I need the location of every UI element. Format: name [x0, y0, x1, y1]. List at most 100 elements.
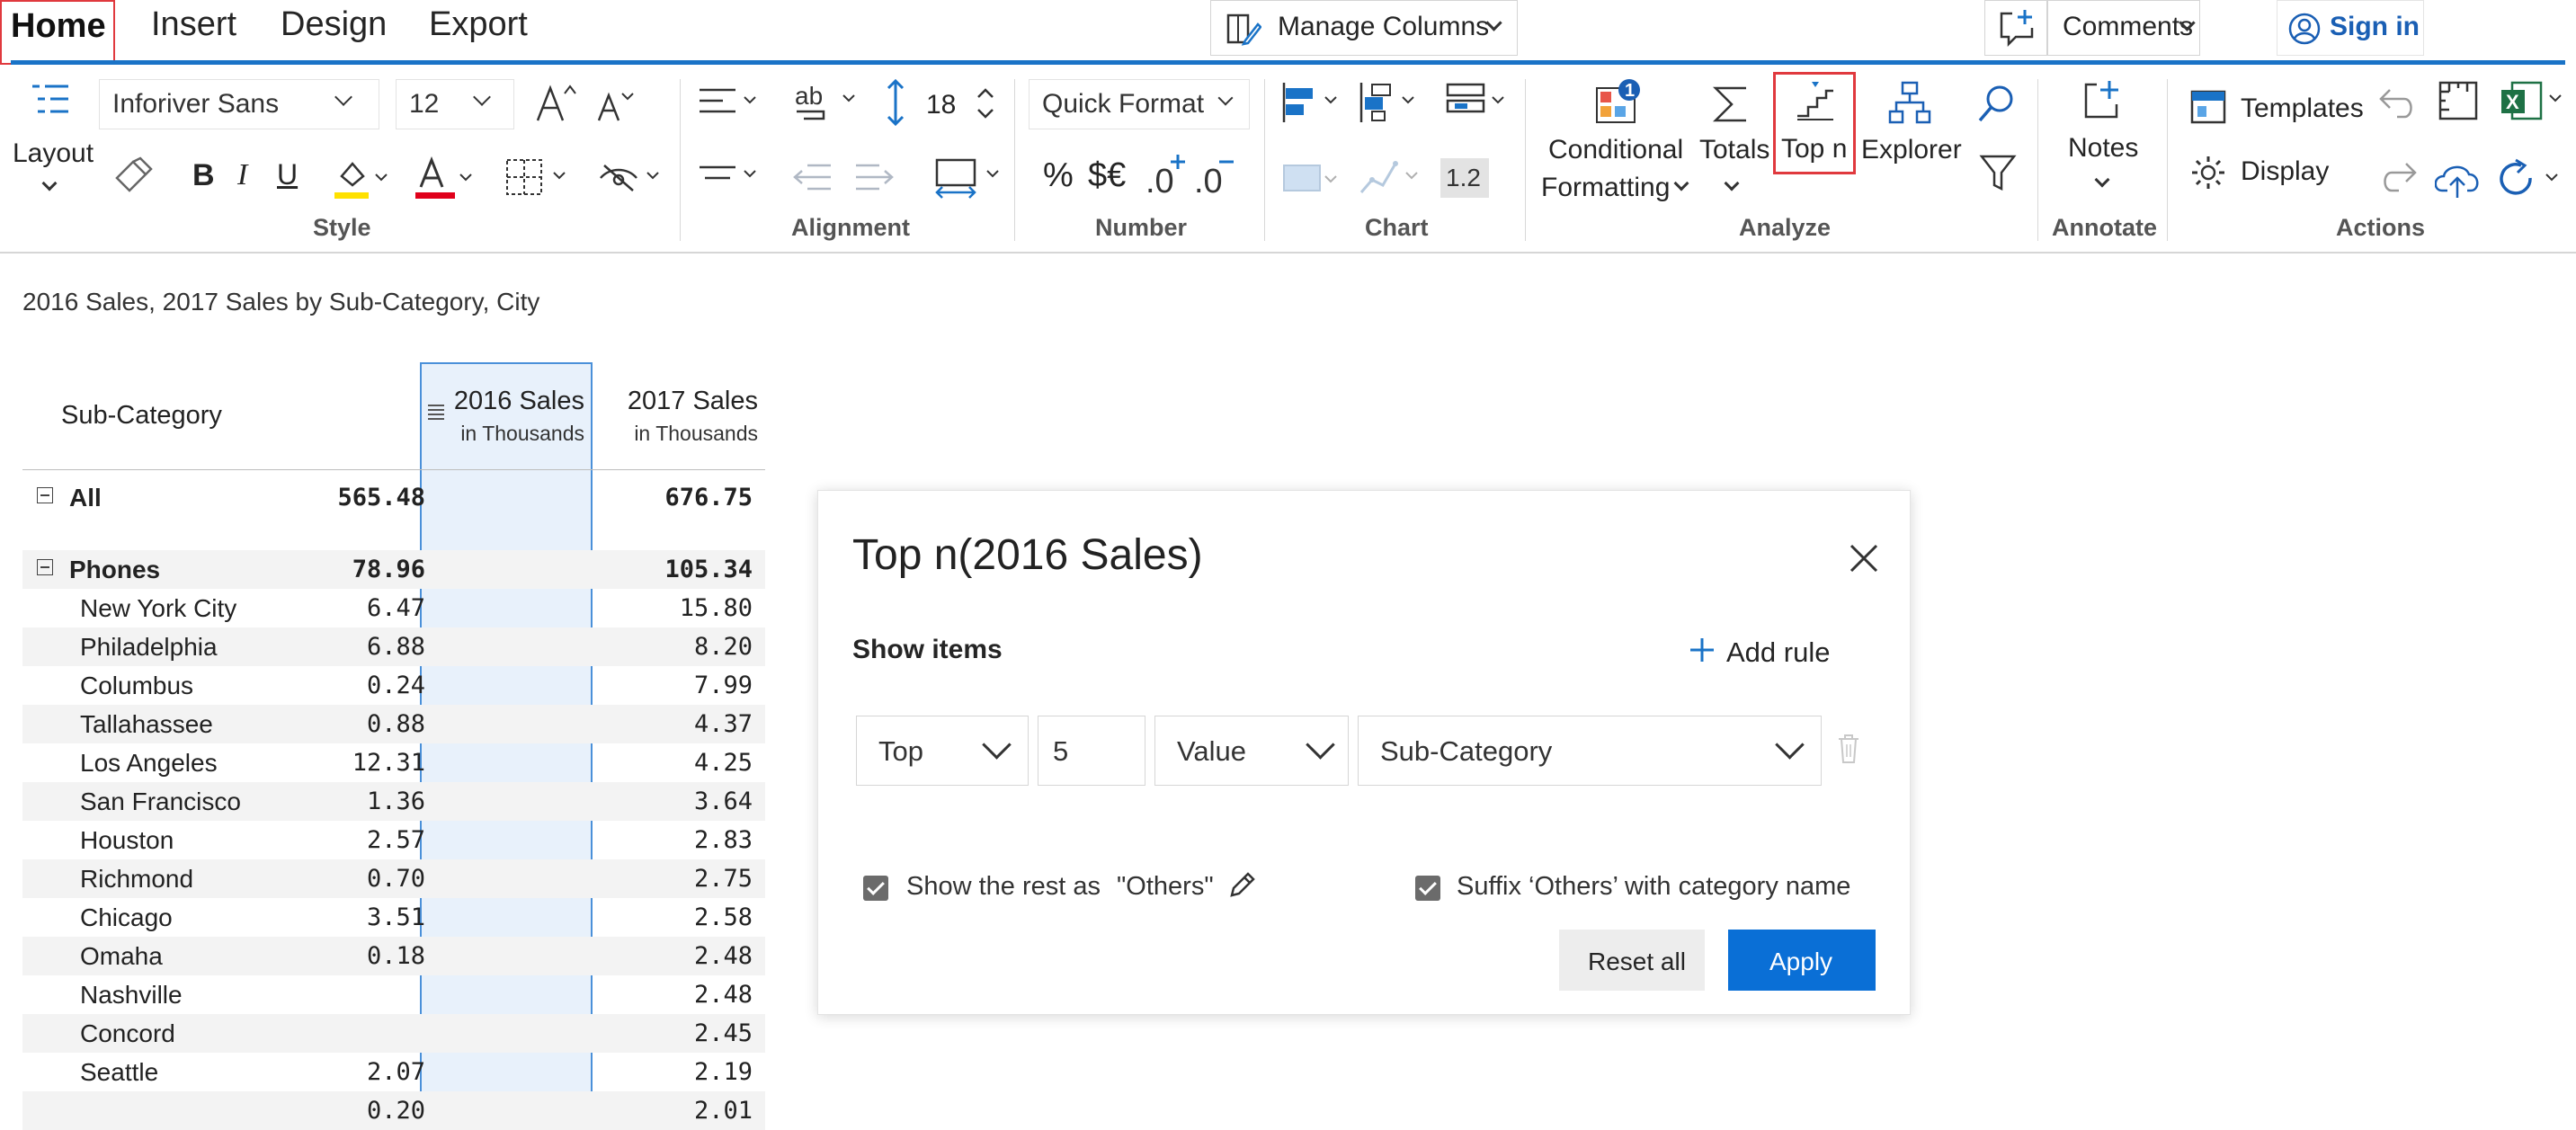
bar-chart-icon[interactable]	[1280, 81, 1349, 124]
percent-format-button[interactable]: %	[1043, 156, 1074, 195]
direction-select[interactable]: Top	[856, 716, 1029, 786]
hide-icon[interactable]	[597, 160, 665, 196]
count-input[interactable]: 5	[1038, 716, 1145, 786]
excel-icon[interactable]: X	[2500, 79, 2572, 124]
svg-text:ab: ab	[795, 82, 823, 110]
align-center-icon[interactable]	[696, 156, 764, 196]
sign-in-button[interactable]: Sign in	[2277, 0, 2424, 56]
top-n-icon	[1794, 80, 1837, 123]
borders-icon[interactable]	[504, 156, 572, 198]
increase-font-icon[interactable]	[534, 83, 577, 122]
indent-icon[interactable]	[852, 160, 896, 194]
waterfall-chart-icon[interactable]	[1444, 81, 1512, 124]
refresh-icon[interactable]	[2496, 158, 2568, 201]
table-row[interactable]: Omaha 0.18 2.48	[22, 937, 765, 975]
gear-icon[interactable]	[2190, 155, 2226, 191]
layout-button[interactable]: Layout	[13, 79, 94, 196]
font-color-icon[interactable]	[414, 156, 475, 200]
filter-icon[interactable]	[1978, 151, 2018, 194]
quick-format-select[interactable]: Quick Format	[1029, 79, 1250, 129]
display-button[interactable]: Display	[2241, 156, 2329, 187]
table-row[interactable]: Seattle 2.07 2.19	[22, 1053, 765, 1091]
reset-all-button[interactable]: Reset all	[1559, 930, 1705, 991]
font-family-select[interactable]: Inforiver Sans	[99, 79, 379, 129]
cell-2017-sales: 7.99	[693, 672, 753, 699]
cell-2017-sales: 2.19	[693, 1058, 753, 1086]
top-n-button[interactable]: Top n	[1773, 72, 1856, 174]
add-comment-button[interactable]	[1984, 0, 2047, 56]
suffix-others-checkbox[interactable]	[1415, 876, 1440, 901]
data-label-button[interactable]: 1.2	[1440, 158, 1489, 198]
totals-button[interactable]: Totals	[1696, 77, 1769, 203]
increase-decimal-icon[interactable]: .0	[1144, 151, 1189, 198]
dimension-select[interactable]: Sub-Category	[1358, 716, 1822, 786]
collapse-icon[interactable]	[37, 559, 53, 575]
direction-value: Top	[878, 735, 923, 767]
cell-2016-sales: 3.51	[366, 903, 425, 931]
ruler-icon[interactable]	[2437, 79, 2480, 122]
fill-color-icon[interactable]	[333, 156, 390, 200]
table-row[interactable]: Nashville 2.48	[22, 975, 765, 1014]
explorer-button[interactable]: Explorer	[1859, 77, 1962, 185]
bold-icon[interactable]: B	[192, 158, 215, 193]
tab-design[interactable]: Design	[281, 5, 387, 44]
pencil-icon[interactable]	[1226, 870, 1257, 901]
table-row[interactable]: All 565.48 676.75	[22, 478, 765, 517]
sparkline-icon	[1358, 156, 1426, 198]
column-header-2016-sales[interactable]: 2016 Sales	[454, 387, 584, 416]
currency-format-button[interactable]: $€	[1088, 156, 1126, 195]
table-row[interactable]: Concord 2.45	[22, 1014, 765, 1053]
mode-select[interactable]: Value	[1154, 716, 1349, 786]
tab-insert[interactable]: Insert	[151, 5, 236, 44]
underline-icon[interactable]: U	[277, 158, 298, 191]
templates-button[interactable]: Templates	[2241, 93, 2364, 124]
table-row[interactable]: 0.20 2.01	[22, 1091, 765, 1130]
tab-export[interactable]: Export	[429, 5, 528, 44]
table-row[interactable]: Tallahassee 0.88 4.37	[22, 705, 765, 743]
table-row[interactable]: Phones 78.96 105.34	[22, 550, 765, 589]
table-row[interactable]: New York City 6.47 15.80	[22, 589, 765, 627]
close-icon[interactable]	[1849, 543, 1879, 574]
cell-2016-sales: 2.07	[366, 1058, 425, 1086]
column-width-icon[interactable]	[933, 156, 1005, 200]
row-height-icon[interactable]	[885, 79, 906, 126]
delete-rule-icon[interactable]	[1837, 734, 1860, 764]
table-row[interactable]: San Francisco 1.36 3.64	[22, 782, 765, 821]
table-row[interactable]: Los Angeles 12.31 4.25	[22, 743, 765, 782]
apply-button[interactable]: Apply	[1728, 930, 1876, 991]
align-left-icon[interactable]	[696, 83, 764, 122]
column-menu-icon[interactable]	[426, 401, 446, 423]
column-header-2016-sales-unit: in Thousands	[460, 422, 584, 445]
collapse-icon[interactable]	[37, 487, 53, 503]
undo-icon[interactable]	[2377, 83, 2419, 122]
outdent-icon[interactable]	[791, 160, 834, 194]
conditional-formatting-button[interactable]: 1 Conditional Formatting	[1539, 77, 1692, 203]
wrap-text-icon[interactable]: ab	[791, 81, 863, 124]
table-row[interactable]: Richmond 0.70 2.75	[22, 859, 765, 898]
show-rest-checkbox[interactable]	[863, 876, 888, 901]
notes-button[interactable]: Notes	[2054, 77, 2153, 194]
group-separator	[2167, 79, 2168, 241]
tab-home[interactable]: Home	[0, 0, 2565, 65]
column-header-sub-category[interactable]: Sub-Category	[61, 401, 222, 431]
italic-icon[interactable]: I	[237, 158, 247, 192]
row-height-stepper[interactable]	[975, 85, 996, 122]
table-row[interactable]: Houston 2.57 2.83	[22, 821, 765, 859]
decrease-font-icon[interactable]	[595, 88, 635, 122]
templates-icon[interactable]	[2188, 90, 2228, 126]
chevron-down-icon	[2094, 172, 2110, 188]
font-size-select[interactable]: 12	[396, 79, 514, 129]
table-row[interactable]: Philadelphia 6.88 8.20	[22, 627, 765, 666]
cloud-upload-icon[interactable]	[2435, 160, 2482, 200]
search-icon[interactable]	[1974, 83, 2018, 126]
table-row[interactable]: Columbus 0.24 7.99	[22, 666, 765, 705]
column-header-2017-sales[interactable]: 2017 Sales	[628, 387, 758, 416]
redo-icon[interactable]	[2377, 156, 2419, 196]
row-height-value[interactable]: 18	[926, 90, 956, 120]
table-row[interactable]: Chicago 3.51 2.58	[22, 898, 765, 937]
decrease-decimal-icon[interactable]: .0	[1192, 151, 1237, 198]
manage-columns-button[interactable]: Manage Columns	[1210, 0, 1518, 56]
format-painter-icon[interactable]	[111, 156, 155, 196]
comments-button[interactable]: Comments	[2047, 0, 2200, 56]
variance-chart-icon[interactable]	[1358, 81, 1426, 124]
